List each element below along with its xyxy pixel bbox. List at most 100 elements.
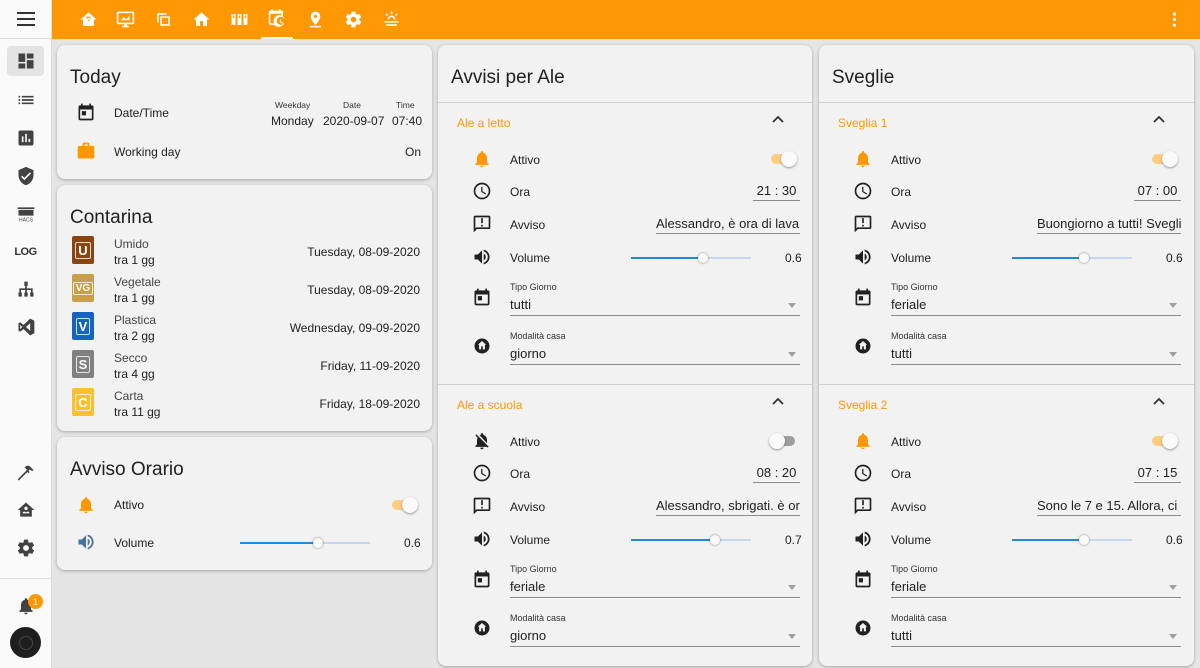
bin-icon: C <box>72 388 94 416</box>
volume-slider[interactable] <box>1012 253 1132 263</box>
tab-copy[interactable] <box>147 0 179 39</box>
attivo-toggle[interactable] <box>1150 432 1178 450</box>
sidebar-item-vscode[interactable] <box>7 312 44 342</box>
weather-icon <box>383 11 399 26</box>
volume-slider[interactable] <box>240 538 370 548</box>
avviso-input[interactable]: Buongiorno a tutti! Sveglia <box>1037 216 1181 234</box>
clock-icon <box>852 462 874 484</box>
tab-home-automation[interactable] <box>72 0 104 39</box>
attivo-label: Attivo <box>891 435 922 449</box>
shield-icon <box>18 166 33 186</box>
dropdown-arrow-icon <box>788 634 796 639</box>
modalita-casa-select[interactable]: Modalità casa giorno <box>510 331 800 365</box>
ora-input[interactable]: 07 : 00 <box>1134 183 1181 201</box>
sidebar-item-developer-tools[interactable] <box>7 458 44 488</box>
modalita-casa-select[interactable]: Modalità casa giorno <box>510 613 800 647</box>
tab-settings[interactable] <box>337 0 369 39</box>
bin-due: tra 1 gg <box>114 291 155 305</box>
vscode-icon <box>18 318 34 336</box>
tab-calendar-clock[interactable] <box>261 0 293 39</box>
volume-value: 0.7 <box>785 533 802 547</box>
chevron-up-icon[interactable] <box>771 113 785 127</box>
bin-name: Carta <box>114 389 144 403</box>
attivo-toggle[interactable] <box>1150 150 1178 168</box>
bin-icon: S <box>72 350 94 378</box>
tab-monitor[interactable] <box>109 0 141 39</box>
ora-input[interactable]: 07 : 15 <box>1134 465 1181 483</box>
dropdown-arrow-icon <box>788 352 796 357</box>
map-marker-icon <box>309 11 321 28</box>
attivo-label: Attivo <box>891 153 922 167</box>
volume-value: 0.6 <box>1166 251 1183 265</box>
menu-button[interactable] <box>0 0 51 39</box>
weekday-value: Monday <box>271 114 314 128</box>
home-circle-icon <box>852 617 874 639</box>
avviso-input[interactable]: Alessandro, sbrigati. è ora <box>656 498 800 516</box>
bin-date: Friday, 11-09-2020 <box>320 359 420 373</box>
notification-badge: 1 <box>28 594 43 609</box>
sidebar-item-notifications[interactable]: 1 <box>7 591 44 621</box>
sidebar-item-hacs[interactable]: HACS <box>7 199 44 229</box>
volume-label: Volume <box>114 536 155 550</box>
modalita-casa-select[interactable]: Modalità casa tutti <box>891 613 1181 647</box>
ora-label: Ora <box>891 467 912 481</box>
bin-due: tra 4 gg <box>114 367 155 381</box>
volume-label: Volume <box>891 251 932 265</box>
chevron-up-icon[interactable] <box>1152 395 1166 409</box>
home-icon <box>193 12 209 26</box>
message-alert-icon <box>852 495 874 517</box>
sidebar-item-shield[interactable] <box>7 161 44 191</box>
bin-name: Umido <box>114 237 149 251</box>
sidebar: HACS LOG 1 <box>0 0 52 668</box>
tipo-giorno-select[interactable]: Tipo Giorno feriale <box>891 282 1181 316</box>
tipo-giorno-select[interactable]: Tipo Giorno feriale <box>510 564 800 598</box>
bin-date: Friday, 18-09-2020 <box>319 397 421 411</box>
tab-weather[interactable] <box>375 0 407 39</box>
attivo-toggle[interactable] <box>390 496 418 514</box>
avviso-label: Avviso <box>510 218 546 232</box>
modalita-casa-select[interactable]: Modalità casa tutti <box>891 331 1181 365</box>
avviso-label: Avviso <box>891 500 927 514</box>
sidebar-item-logbook[interactable] <box>7 85 44 115</box>
dropdown-arrow-icon <box>1169 634 1177 639</box>
sidebar-item-history[interactable] <box>7 123 44 153</box>
bin-due: tra 1 gg <box>114 253 155 267</box>
bin-due: tra 11 gg <box>114 405 161 419</box>
avatar[interactable] <box>10 627 41 658</box>
sidebar-item-settings[interactable] <box>7 533 44 563</box>
bin-icon: U <box>72 236 94 264</box>
ora-input[interactable]: 08 : 20 <box>753 465 800 483</box>
volume-slider[interactable] <box>1012 535 1132 545</box>
sidebar-item-network[interactable] <box>7 275 44 305</box>
tab-bins[interactable] <box>223 0 255 39</box>
calendar-clock-icon <box>268 9 285 27</box>
chevron-up-icon[interactable] <box>771 395 785 409</box>
avviso-label: Avviso <box>510 500 546 514</box>
today-card: Today Date/Time Weekday Date Time Monday… <box>57 45 432 179</box>
avviso-input[interactable]: Sono le 7 e 15. Allora, ci st <box>1037 498 1181 516</box>
ora-input[interactable]: 21 : 30 <box>753 183 800 201</box>
volume-label: Volume <box>510 533 551 547</box>
avviso-input[interactable]: Alessandro, è ora di lavarsi <box>656 216 800 234</box>
volume-slider[interactable] <box>631 253 751 263</box>
sidebar-item-supervisor[interactable] <box>7 495 44 525</box>
bin-icon <box>231 13 247 26</box>
chevron-up-icon[interactable] <box>1152 113 1166 127</box>
bin-name: Vegetale <box>114 275 161 289</box>
sidebar-item-log[interactable]: LOG <box>7 237 44 267</box>
attivo-toggle[interactable] <box>769 150 797 168</box>
attivo-toggle[interactable] <box>769 432 797 450</box>
attivo-label: Attivo <box>510 153 541 167</box>
top-bar <box>52 0 1200 39</box>
volume-value: 0.6 <box>785 251 802 265</box>
more-menu-button[interactable] <box>1158 0 1190 39</box>
tipo-giorno-select[interactable]: Tipo Giorno tutti <box>510 282 800 316</box>
overview-icon <box>18 53 33 69</box>
tab-map[interactable] <box>299 0 331 39</box>
volume-slider[interactable] <box>631 535 751 545</box>
tab-home[interactable] <box>185 0 217 39</box>
avviso-label: Avviso <box>891 218 927 232</box>
tipo-giorno-select[interactable]: Tipo Giorno feriale <box>891 564 1181 598</box>
hacs-icon: HACS <box>17 207 34 224</box>
sidebar-item-overview[interactable] <box>7 46 44 76</box>
